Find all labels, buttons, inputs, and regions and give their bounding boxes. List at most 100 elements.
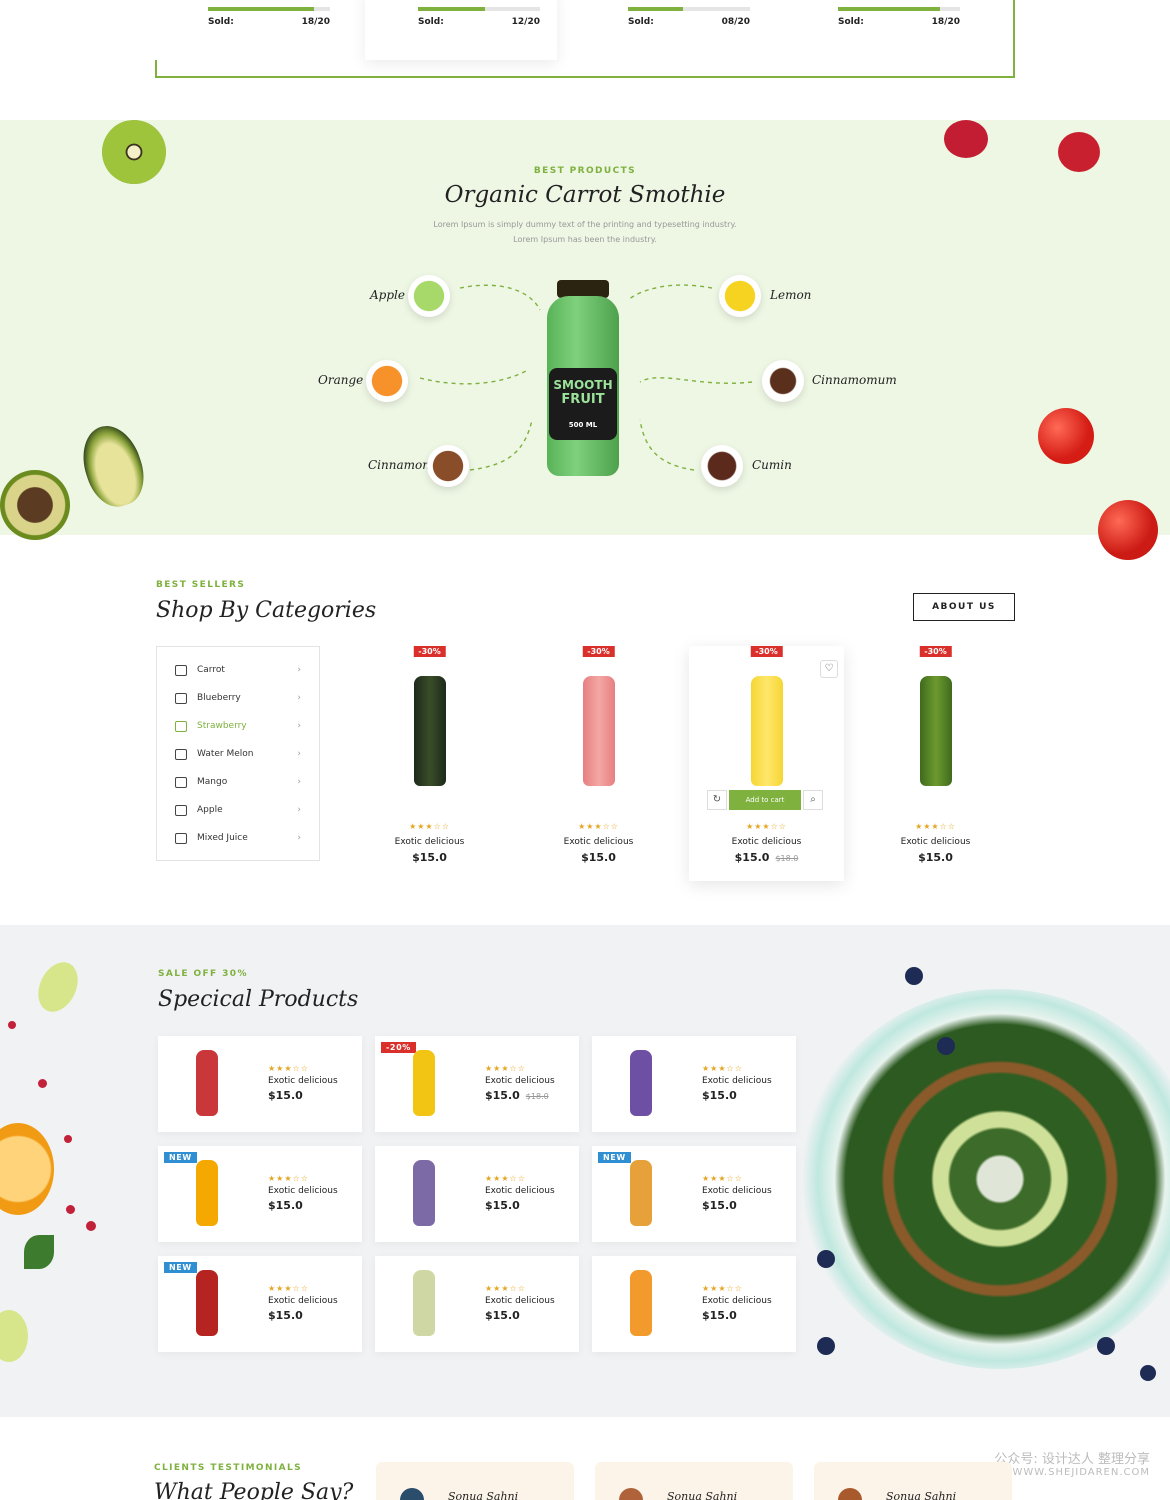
special-product-card[interactable]: ★★★☆☆ Exotic delicious $15.0 bbox=[375, 1146, 579, 1242]
special-product-card[interactable]: ★★★☆☆ Exotic delicious $15.0 bbox=[592, 1256, 796, 1352]
product-image bbox=[583, 676, 615, 786]
special-product-card[interactable]: ★★★☆☆ Exotic delicious $15.0 bbox=[158, 1036, 362, 1132]
discount-badge: -30% bbox=[413, 646, 446, 657]
rating-stars: ★★★☆☆ bbox=[268, 1174, 309, 1183]
old-price: $18.0 bbox=[525, 1092, 549, 1101]
rating-stars: ★★★☆☆ bbox=[702, 1284, 743, 1293]
cumin-icon bbox=[701, 445, 743, 487]
chevron-right-icon: › bbox=[297, 777, 301, 787]
product-image bbox=[630, 1050, 652, 1116]
price: $15.0 bbox=[734, 851, 770, 864]
product-name[interactable]: Exotic delicious bbox=[485, 1076, 555, 1086]
category-item[interactable]: Water Melon › bbox=[157, 740, 319, 768]
product-price: $15.0 bbox=[485, 1199, 555, 1212]
price: $15.0 bbox=[581, 851, 616, 864]
special-product-card[interactable]: NEW ★★★☆☆ Exotic delicious $15.0 bbox=[158, 1256, 362, 1352]
category-label: Mixed Juice bbox=[197, 833, 248, 843]
category-item[interactable]: Strawberry › bbox=[157, 712, 319, 740]
special-title: Specical Products bbox=[158, 987, 359, 1012]
product-name[interactable]: Exotic delicious bbox=[702, 1186, 772, 1196]
deal-card[interactable]: $15.0$18.0Sold:18/20 bbox=[155, 0, 347, 60]
product-card[interactable]: -30% ★★★☆☆ Exotic delicious $15.0 bbox=[521, 646, 676, 881]
product-image bbox=[630, 1160, 652, 1226]
cinnamon-icon bbox=[427, 445, 469, 487]
testimonial-card: Sonua Sahni bbox=[595, 1462, 793, 1500]
bottle-label-text-2: FRUIT bbox=[561, 392, 605, 407]
avatar bbox=[400, 1488, 424, 1500]
category-label: Carrot bbox=[197, 665, 225, 675]
product-card[interactable]: -30% ♡ ↻ Add to cart ⌕ ★★★☆☆ Exotic delicious $… bbox=[689, 646, 844, 881]
bottle-label-text: SMOOTH bbox=[553, 378, 613, 392]
rating-stars: ★★★☆☆ bbox=[915, 822, 956, 831]
about-us-button[interactable]: ABOUT US bbox=[913, 593, 1015, 621]
special-eyebrow: SALE OFF 30% bbox=[158, 969, 248, 979]
rating-stars: ★★★☆☆ bbox=[702, 1064, 743, 1073]
product-name[interactable]: Exotic delicious bbox=[268, 1076, 338, 1086]
special-product-card[interactable]: ★★★☆☆ Exotic delicious $15.0 bbox=[592, 1036, 796, 1132]
berry-dots bbox=[4, 985, 96, 1285]
discount-badge: -30% bbox=[750, 646, 783, 657]
deal-card[interactable]: $15.0$18.0Sold:12/20 bbox=[365, 0, 557, 60]
compare-refresh-icon[interactable]: ↻ bbox=[707, 790, 727, 810]
category-item[interactable]: Mixed Juice › bbox=[157, 824, 319, 852]
product-name[interactable]: Exotic delicious bbox=[858, 837, 1013, 847]
product-name[interactable]: Exotic delicious bbox=[352, 837, 507, 847]
deal-card[interactable]: $15.0$18.0Sold:18/20 bbox=[785, 0, 977, 60]
special-product-card[interactable]: NEW ★★★☆☆ Exotic delicious $15.0 bbox=[158, 1146, 362, 1242]
product-card[interactable]: -30% ★★★☆☆ Exotic delicious $15.0 bbox=[352, 646, 507, 881]
deal-card[interactable]: $15.0$18.0Sold:08/20 bbox=[575, 0, 767, 60]
price: $15.0 bbox=[485, 1199, 520, 1212]
product-price: $15.0 $18.0 bbox=[689, 851, 844, 864]
sold-progress-bar bbox=[838, 7, 960, 11]
product-name[interactable]: Exotic delicious bbox=[268, 1296, 338, 1306]
old-price: $18.0 bbox=[775, 854, 799, 863]
add-to-cart-button[interactable]: Add to cart bbox=[729, 790, 801, 810]
ingredient-label-cinnamomum: Cinnamomum bbox=[812, 373, 897, 387]
category-icon bbox=[175, 692, 187, 704]
sold-count: 18/20 bbox=[301, 17, 330, 27]
rating-stars: ★★★☆☆ bbox=[485, 1064, 526, 1073]
product-image bbox=[751, 676, 783, 786]
product-name[interactable]: Exotic delicious bbox=[485, 1186, 555, 1196]
product-info: ★★★☆☆ Exotic delicious $15.0 bbox=[702, 1064, 772, 1102]
category-item[interactable]: Blueberry › bbox=[157, 684, 319, 712]
category-label: Strawberry bbox=[197, 721, 247, 731]
rating-stars: ★★★☆☆ bbox=[268, 1284, 309, 1293]
product-name[interactable]: Exotic delicious bbox=[268, 1186, 338, 1196]
product-price: $15.0 bbox=[702, 1199, 772, 1212]
product-name[interactable]: Exotic delicious bbox=[702, 1296, 772, 1306]
category-item[interactable]: Mango › bbox=[157, 768, 319, 796]
product-badge: NEW bbox=[164, 1152, 197, 1163]
category-label: Blueberry bbox=[197, 693, 241, 703]
quick-view-search-icon[interactable]: ⌕ bbox=[803, 790, 823, 810]
product-info: ★★★☆☆ Exotic delicious $15.0 $18.0 bbox=[485, 1064, 555, 1102]
special-product-card[interactable]: ★★★☆☆ Exotic delicious $15.0 bbox=[375, 1256, 579, 1352]
price: $15.0 bbox=[702, 1199, 737, 1212]
rating-stars: ★★★☆☆ bbox=[485, 1174, 526, 1183]
sold-progress-bar bbox=[418, 7, 540, 11]
product-card[interactable]: -30% ★★★☆☆ Exotic delicious $15.0 bbox=[858, 646, 1013, 881]
bottle-label: SMOOTH FRUIT 500 ML bbox=[549, 368, 617, 440]
product-image bbox=[196, 1050, 218, 1116]
category-item[interactable]: Apple › bbox=[157, 796, 319, 824]
testimonial-card: Sonua Sahni bbox=[814, 1462, 1012, 1500]
price: $15.0 bbox=[412, 851, 447, 864]
sold-progress-bar bbox=[628, 7, 750, 11]
product-badge: NEW bbox=[598, 1152, 631, 1163]
chevron-right-icon: › bbox=[297, 833, 301, 843]
category-icon bbox=[175, 776, 187, 788]
product-name[interactable]: Exotic delicious bbox=[702, 1076, 772, 1086]
category-icon bbox=[175, 720, 187, 732]
category-label: Mango bbox=[197, 777, 228, 787]
special-product-card[interactable]: -20% ★★★☆☆ Exotic delicious $15.0 $18.0 bbox=[375, 1036, 579, 1132]
rating-stars: ★★★☆☆ bbox=[485, 1284, 526, 1293]
chevron-right-icon: › bbox=[297, 693, 301, 703]
product-name[interactable]: Exotic delicious bbox=[689, 837, 844, 847]
product-info: ★★★☆☆ Exotic delicious $15.0 bbox=[268, 1064, 338, 1102]
product-name[interactable]: Exotic delicious bbox=[485, 1296, 555, 1306]
product-price: $15.0 bbox=[702, 1089, 772, 1102]
special-product-card[interactable]: NEW ★★★☆☆ Exotic delicious $15.0 bbox=[592, 1146, 796, 1242]
wishlist-heart-icon[interactable]: ♡ bbox=[820, 660, 838, 678]
category-item[interactable]: Carrot › bbox=[157, 656, 319, 684]
product-name[interactable]: Exotic delicious bbox=[521, 837, 676, 847]
